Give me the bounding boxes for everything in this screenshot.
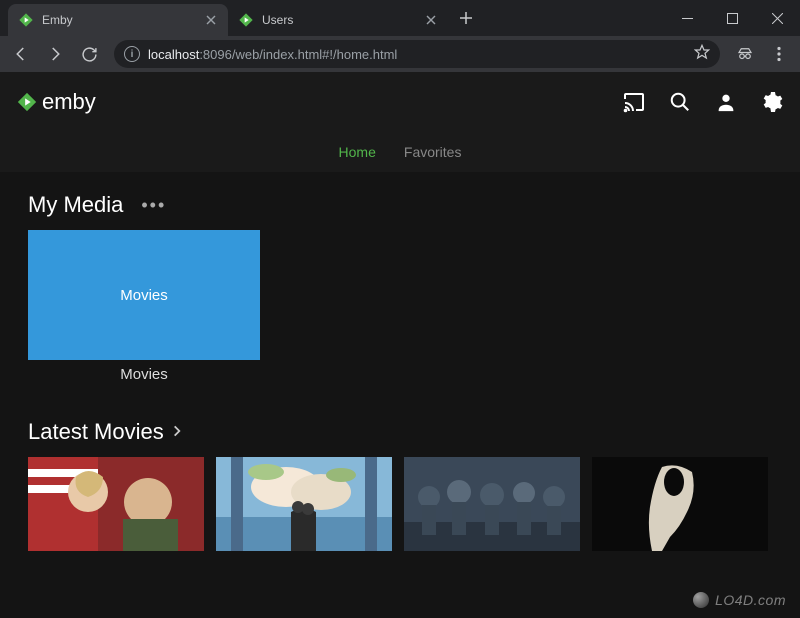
url-path: :8096/web/index.html#!/home.html — [199, 47, 397, 62]
address-bar[interactable]: i localhost:8096/web/index.html#!/home.h… — [114, 40, 720, 68]
movie-poster[interactable] — [216, 457, 392, 551]
emby-logo-icon — [16, 91, 38, 113]
cast-icon[interactable] — [622, 90, 646, 114]
media-card-movies[interactable]: Movies — [28, 230, 260, 360]
section-latest-movies-header[interactable]: Latest Movies — [28, 419, 772, 445]
nav-tabs: Home Favorites — [0, 132, 800, 172]
bookmark-star-icon[interactable] — [694, 44, 710, 65]
movie-poster[interactable] — [404, 457, 580, 551]
reload-button[interactable] — [74, 39, 104, 69]
gear-icon[interactable] — [760, 90, 784, 114]
forward-button[interactable] — [40, 39, 70, 69]
section-title: Latest Movies — [28, 419, 164, 445]
chevron-right-icon — [170, 422, 184, 443]
site-info-icon[interactable]: i — [124, 46, 140, 62]
emby-favicon-icon — [18, 12, 34, 28]
media-caption: Movies — [28, 366, 260, 383]
watermark-ball-icon — [693, 592, 709, 608]
main-content: My Media ••• Movies Movies Latest Movies — [0, 172, 800, 551]
movie-poster[interactable] — [592, 457, 768, 551]
menu-button[interactable] — [764, 39, 794, 69]
close-tab-icon[interactable] — [204, 13, 218, 27]
watermark-text: LO4D.com — [715, 592, 786, 608]
window-controls — [665, 0, 800, 36]
movie-poster[interactable] — [28, 457, 204, 551]
brand-text: emby — [42, 89, 96, 115]
maximize-button[interactable] — [710, 0, 755, 36]
close-tab-icon[interactable] — [424, 13, 438, 27]
url-host: localhost — [148, 47, 199, 62]
media-card-label: Movies — [120, 287, 168, 304]
section-title: My Media — [28, 192, 123, 218]
incognito-icon[interactable] — [730, 39, 760, 69]
header-actions — [622, 90, 784, 114]
tab-favorites[interactable]: Favorites — [404, 144, 462, 160]
tab-users[interactable]: Users — [228, 4, 448, 36]
page-content: emby Home Favorites My Media ••• Movie — [0, 72, 800, 618]
new-tab-button[interactable] — [452, 4, 480, 32]
app-header: emby — [0, 72, 800, 132]
browser-toolbar: i localhost:8096/web/index.html#!/home.h… — [0, 36, 800, 72]
tab-home[interactable]: Home — [339, 144, 376, 160]
emby-logo[interactable]: emby — [16, 89, 96, 115]
latest-movies-row — [28, 457, 772, 551]
url-display: localhost:8096/web/index.html#!/home.htm… — [148, 47, 397, 62]
tab-strip: Emby Users — [0, 0, 665, 36]
tab-title: Emby — [42, 13, 196, 27]
search-icon[interactable] — [668, 90, 692, 114]
section-my-media-header: My Media ••• — [28, 192, 772, 218]
watermark: LO4D.com — [693, 592, 786, 608]
emby-favicon-icon — [238, 12, 254, 28]
ellipsis-icon[interactable]: ••• — [141, 195, 166, 216]
minimize-button[interactable] — [665, 0, 710, 36]
titlebar: Emby Users — [0, 0, 800, 36]
close-window-button[interactable] — [755, 0, 800, 36]
back-button[interactable] — [6, 39, 36, 69]
tab-emby[interactable]: Emby — [8, 4, 228, 36]
tab-title: Users — [262, 13, 416, 27]
user-icon[interactable] — [714, 90, 738, 114]
